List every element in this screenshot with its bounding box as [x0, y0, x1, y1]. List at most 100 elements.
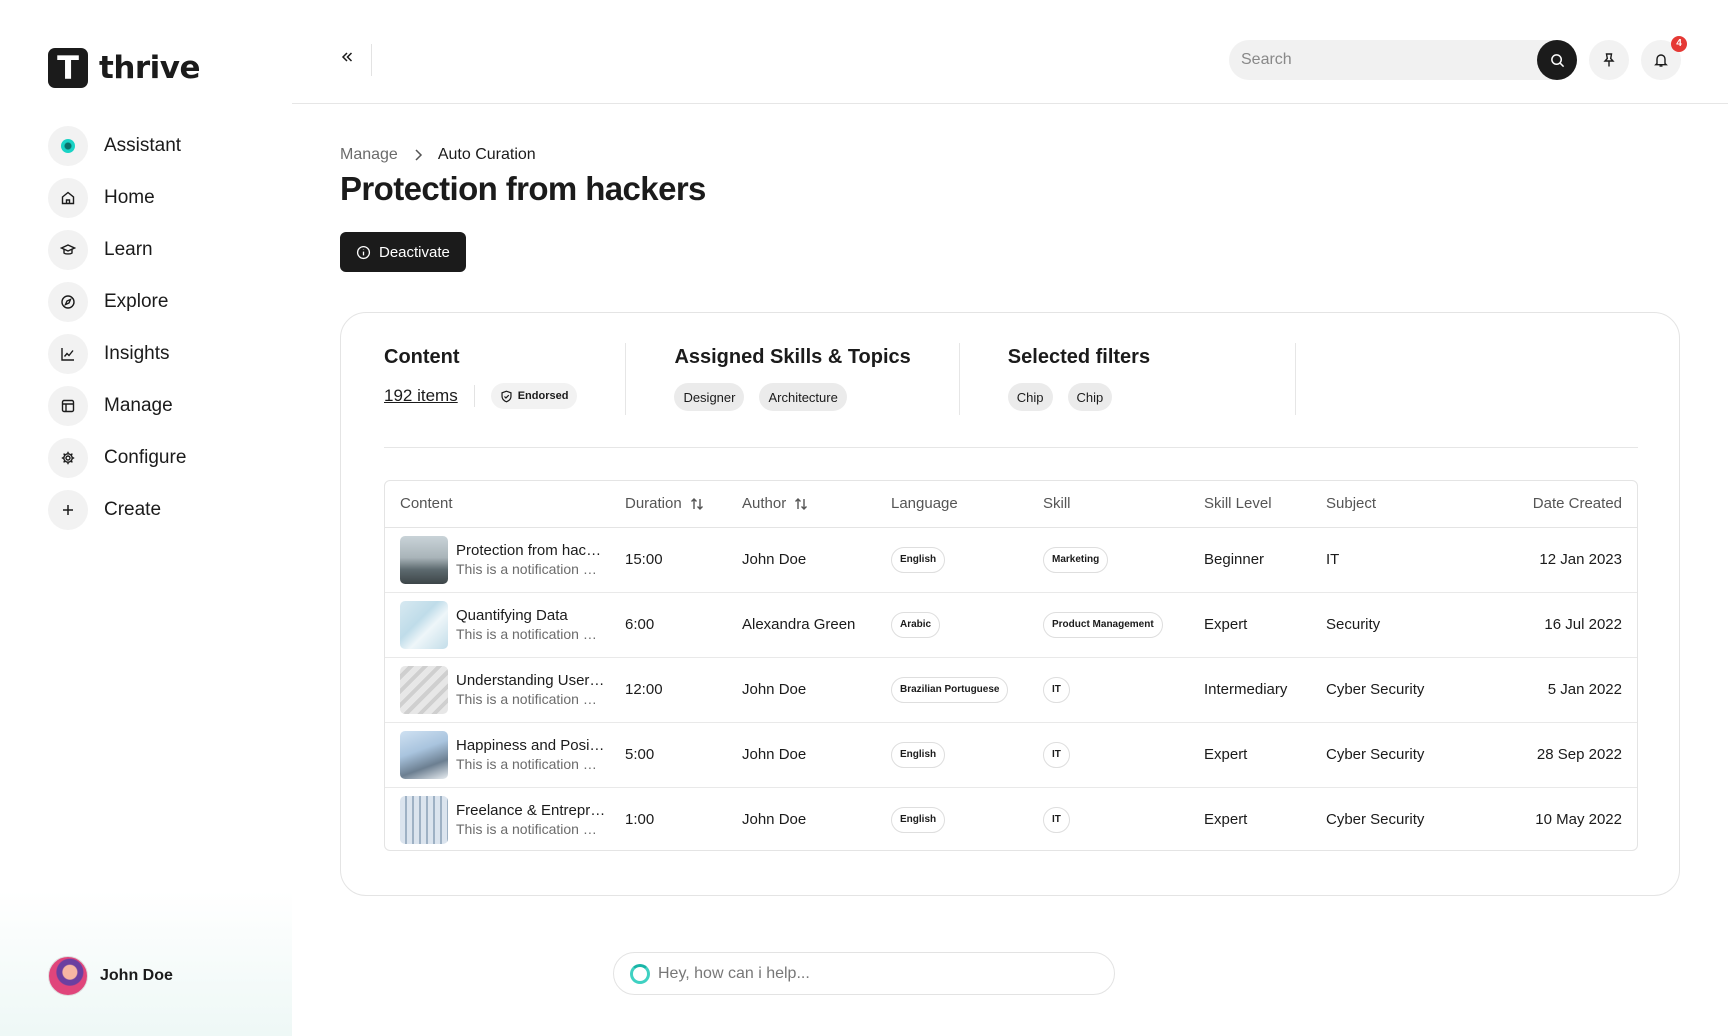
filter-chip[interactable]: Chip [1067, 383, 1113, 411]
search-bar [1229, 40, 1577, 80]
sidebar-item-configure[interactable]: Configure [48, 438, 186, 478]
summary-content-title: Content [384, 346, 460, 368]
content-title[interactable]: Freelance & Entrepreneurship [456, 802, 606, 819]
skill-pill: IT [1043, 741, 1070, 768]
search-input[interactable] [1229, 40, 1529, 80]
content-thumbnail [400, 600, 448, 649]
sidebar-item-home[interactable]: Home [48, 178, 186, 218]
skill-level-cell: Intermediary [1204, 657, 1326, 723]
sidebar-item-label: Insights [104, 343, 170, 364]
table-row[interactable]: Protection from hackers This is a notifi… [385, 527, 1637, 593]
skill-chip[interactable]: Architecture [759, 383, 847, 411]
column-header-skill: Skill [1043, 481, 1204, 528]
content-title[interactable]: Quantifying Data [456, 607, 606, 624]
notifications-button[interactable]: 4 [1641, 36, 1687, 80]
column-header-author[interactable]: Author [742, 481, 891, 528]
duration-cell: 5:00 [625, 722, 742, 788]
assistant-ring-icon [630, 963, 650, 984]
sidebar-item-label: Learn [104, 239, 153, 260]
sidebar-item-explore[interactable]: Explore [48, 282, 186, 322]
duration-cell: 1:00 [625, 811, 655, 829]
language-pill: Arabic [891, 611, 941, 638]
sidebar-item-assistant[interactable]: Assistant [48, 126, 186, 166]
language-pill: Brazilian Portuguese [891, 676, 1009, 703]
skill-pill: Marketing [1043, 546, 1109, 573]
content-table: Content Duration Author Language Skill S… [384, 480, 1638, 851]
column-header-skill-level: Skill Level [1204, 481, 1326, 528]
language-pill: English [891, 741, 946, 768]
sort-icon[interactable] [690, 497, 704, 511]
content-title[interactable]: Happiness and Positive Psychology [456, 737, 606, 754]
summary-skills-title: Assigned Skills & Topics [674, 346, 911, 368]
brand-logo[interactable]: T thrive [48, 48, 201, 88]
info-circle-icon [356, 245, 371, 259]
author-cell: Alexandra Green [742, 592, 891, 658]
chevron-right-icon [415, 149, 422, 161]
user-profile[interactable]: John Doe [48, 956, 173, 996]
subject-cell: Cyber Security [1326, 722, 1485, 788]
brand-name: thrive [99, 50, 201, 86]
items-count-link[interactable]: 192 items [384, 386, 458, 406]
divider [371, 44, 372, 76]
duration-cell: 15:00 [625, 527, 742, 593]
content-title[interactable]: Understanding User Research [456, 672, 606, 689]
column-header-duration[interactable]: Duration [625, 481, 742, 528]
collapse-sidebar-button[interactable] [336, 46, 358, 68]
table-row[interactable]: Quantifying Data This is a notification … [385, 592, 1637, 658]
notification-badge: 4 [1671, 36, 1687, 52]
sidebar-item-label: Configure [104, 447, 187, 468]
table-row[interactable]: Understanding User Research This is a no… [385, 657, 1637, 723]
content-subtitle: This is a notification message [456, 821, 606, 838]
sidebar: T thrive Assistant Home Learn Explore In… [0, 0, 292, 1036]
curation-card: Content 192 items Endorsed Assigned Skil… [340, 312, 1680, 896]
sidebar-item-insights[interactable]: Insights [48, 334, 186, 374]
sidebar-item-label: Create [104, 499, 162, 520]
pin-icon [1603, 53, 1615, 67]
user-name: John Doe [100, 967, 173, 984]
table-row[interactable]: Happiness and Positive Psychology This i… [385, 722, 1637, 788]
content-thumbnail [400, 535, 448, 584]
author-cell: John Doe [742, 722, 891, 788]
skill-pill: IT [1043, 676, 1070, 703]
sidebar-item-label: Assistant [104, 135, 182, 156]
skill-chip[interactable]: Designer [674, 383, 745, 411]
content-subtitle: This is a notification message [456, 756, 606, 772]
filter-chip[interactable]: Chip [1007, 383, 1053, 411]
deactivate-button[interactable]: Deactivate [340, 232, 466, 272]
endorsed-label: Endorsed [517, 390, 569, 402]
assistant-input[interactable] [658, 964, 1078, 983]
deactivate-label: Deactivate [379, 243, 450, 261]
divider [473, 385, 475, 407]
content-title[interactable]: Protection from hackers [456, 542, 606, 559]
table-row[interactable]: Freelance & Entrepreneurship This is a n… [385, 787, 1637, 850]
line-chart-icon [48, 334, 88, 374]
sidebar-item-manage[interactable]: Manage [48, 386, 186, 426]
assistant-bar [613, 952, 1115, 995]
sort-icon[interactable] [794, 497, 808, 511]
shield-check-icon [501, 390, 512, 402]
skill-level-cell: Beginner [1204, 527, 1326, 593]
graduation-cap-icon [48, 230, 88, 270]
subject-cell: Cyber Security [1326, 657, 1485, 723]
author-cell: John Doe [742, 811, 807, 829]
table-header-row: Content Duration Author Language Skill S… [385, 481, 1637, 528]
author-cell: John Doe [742, 527, 891, 593]
duration-cell: 12:00 [625, 657, 742, 723]
breadcrumb-manage-link[interactable]: Manage [340, 146, 398, 164]
skill-pill: IT [1043, 806, 1070, 833]
bell-icon [1654, 54, 1668, 67]
search-button[interactable] [1537, 40, 1577, 80]
content-thumbnail [400, 795, 448, 844]
summary-filters: Selected filters Chip Chip [1007, 343, 1296, 415]
gear-icon [48, 438, 88, 478]
sidebar-item-label: Home [104, 187, 155, 208]
breadcrumb-current: Auto Curation [437, 146, 536, 163]
skill-pill: Product Management [1043, 611, 1163, 638]
assistant-dot-icon [48, 126, 88, 166]
subject-cell: Security [1326, 592, 1485, 658]
sidebar-item-learn[interactable]: Learn [48, 230, 186, 270]
sidebar-item-create[interactable]: Create [48, 490, 186, 530]
summary-filters-title: Selected filters [1007, 346, 1151, 368]
pin-button[interactable] [1589, 40, 1629, 80]
content-thumbnail [400, 730, 448, 779]
